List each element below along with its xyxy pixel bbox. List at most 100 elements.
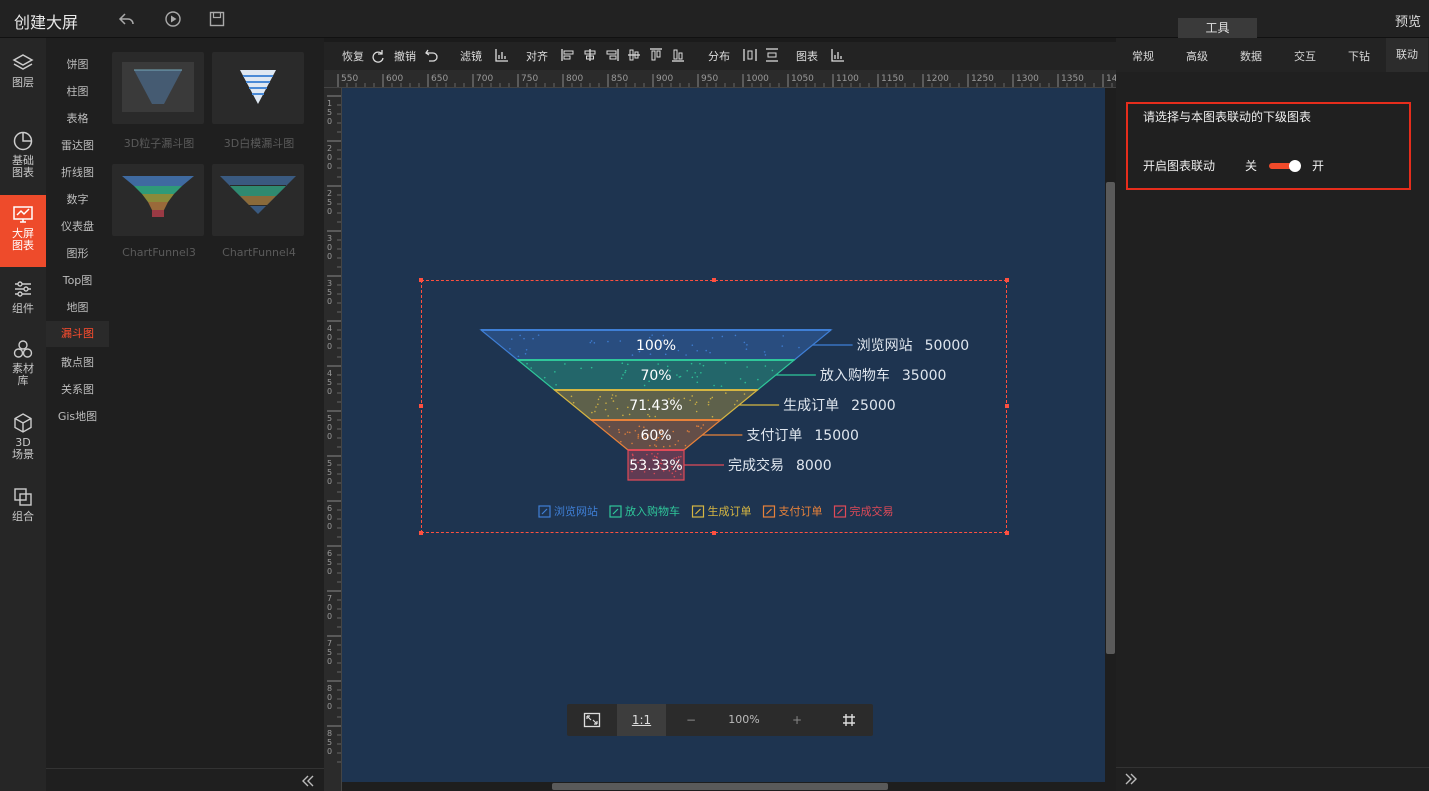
filter-button[interactable]: 滤镜 [460,48,482,64]
resize-handle[interactable] [419,404,423,408]
collapse-left-icon[interactable] [301,774,315,788]
ruler-label: 0 [327,432,332,441]
align-center-icon[interactable] [582,47,598,63]
save-icon[interactable] [208,10,226,28]
toggle-off-label: 关 [1245,159,1258,173]
tab-general[interactable]: 常规 [1132,48,1154,64]
ruler-label: 0 [327,387,332,396]
nav-basic-charts[interactable]: 基础 图表 [0,130,46,179]
grid-toggle-button[interactable] [825,704,873,736]
category-item[interactable]: 数字 [46,191,109,207]
nav-label: 图表 [12,166,34,179]
undo-icon[interactable] [424,47,440,63]
nav-3d-scene[interactable]: 3D 场景 [0,412,46,461]
resize-handle[interactable] [1005,404,1009,408]
align-button[interactable]: 对齐 [526,48,548,64]
zoom-in-button[interactable]: + [772,704,822,736]
distribute-button[interactable]: 分布 [708,48,730,64]
category-item[interactable]: 雷达图 [46,137,109,153]
thumb-chartfunnel3[interactable] [112,164,204,236]
ruler-label: 0 [327,162,332,171]
ruler-label: 1350 [1061,74,1084,84]
redo-icon[interactable] [370,47,386,63]
category-item[interactable]: 饼图 [46,56,109,72]
category-item[interactable]: 表格 [46,110,109,126]
expand-right-icon[interactable] [1124,772,1138,786]
category-item[interactable]: 图形 [46,245,109,261]
resize-handle[interactable] [712,531,716,535]
nav-materials[interactable]: 素材 库 [0,338,46,387]
chart-thumbnails: 3D粒子漏斗图 3D白模漏斗图 ChartFunnel3 ChartFunnel… [109,38,324,768]
category-item[interactable]: Top图 [46,272,109,288]
linkage-toggle[interactable] [1269,160,1303,172]
undo-button[interactable]: 撤销 [394,48,416,64]
nav-label: 库 [17,374,29,387]
back-icon[interactable] [118,10,136,28]
ruler-label: 5 [327,738,332,747]
nav-combine[interactable]: 组合 [0,486,46,523]
align-left-icon[interactable] [560,47,576,63]
ruler-label: 600 [386,74,403,84]
chart-icon[interactable] [830,47,846,63]
preview-button[interactable]: 预览 [1395,11,1421,30]
chart-button[interactable]: 图表 [796,48,818,64]
thumb-label: 3D粒子漏斗图 [123,137,195,150]
cube-icon [14,413,32,433]
ruler-label: 5 [327,288,332,297]
actual-size-button[interactable]: 1:1 [617,704,666,736]
thumb-chartfunnel4[interactable] [212,164,304,236]
thumb-label: 3D白模漏斗图 [223,137,295,150]
ruler-label: 1400 [1106,74,1116,84]
tools-tab[interactable]: 工具 [1178,18,1257,38]
fit-screen-button[interactable] [567,704,617,736]
nav-layers[interactable]: 图层 [0,52,46,89]
ruler-label: 5 [327,459,332,468]
vertical-scroll-thumb[interactable] [1106,182,1115,654]
nav-bigscreen-charts[interactable]: 大屏 图表 [0,195,46,267]
distribute-v-icon[interactable] [764,47,780,63]
ruler-label: 4 [327,369,332,378]
distribute-h-icon[interactable] [742,47,758,63]
ruler-label: 0 [327,747,332,756]
linkage-settings-box: 请选择与本图表联动的下级图表 开启图表联动 关 开 [1126,102,1411,190]
ruler-label: 3 [327,279,332,288]
category-item[interactable]: 仪表盘 [46,218,109,234]
category-item[interactable]: Gis地图 [46,408,109,424]
resize-handle[interactable] [712,278,716,282]
toggle-knob [1289,160,1301,172]
tab-drilldown[interactable]: 下钻 [1348,48,1370,64]
align-vcenter-icon[interactable] [626,47,642,63]
zoom-out-button[interactable]: − [666,704,716,736]
tab-advanced[interactable]: 高级 [1186,48,1208,64]
nav-components[interactable]: 组件 [0,278,46,315]
align-top-icon[interactable] [648,47,664,63]
category-item[interactable]: 地图 [46,299,109,315]
play-icon[interactable] [164,10,182,28]
resize-handle[interactable] [419,531,423,535]
funnel3-preview [122,176,194,217]
category-item[interactable]: 柱图 [46,83,109,99]
ruler-label: 6 [327,549,332,558]
category-item-funnel[interactable]: 漏斗图 [46,321,109,347]
app-title: 创建大屏 [14,13,79,32]
redo-button[interactable]: 恢复 [342,48,364,64]
resize-handle[interactable] [419,278,423,282]
bar-chart-icon[interactable] [494,47,510,63]
resize-handle[interactable] [1005,531,1009,535]
selection-box[interactable] [419,278,1009,535]
tab-linkage[interactable]: 联动 [1386,38,1428,72]
left-nav: 图层 基础 图表 大屏 图表 组件 素材 库 3D 场景 组合 [0,38,46,791]
category-item[interactable]: 关系图 [46,381,109,397]
horizontal-scroll-thumb[interactable] [552,783,888,790]
thumb-3d-white-funnel[interactable] [212,52,304,124]
ruler-label: 5 [327,558,332,567]
tab-data[interactable]: 数据 [1240,48,1262,64]
align-right-icon[interactable] [604,47,620,63]
resize-handle[interactable] [1005,278,1009,282]
thumb-3d-particle-funnel[interactable] [112,52,204,124]
ruler-label: 1050 [791,74,814,84]
align-bottom-icon[interactable] [670,47,686,63]
category-item[interactable]: 折线图 [46,164,109,180]
category-item[interactable]: 散点图 [46,354,109,370]
tab-interaction[interactable]: 交互 [1294,48,1316,64]
